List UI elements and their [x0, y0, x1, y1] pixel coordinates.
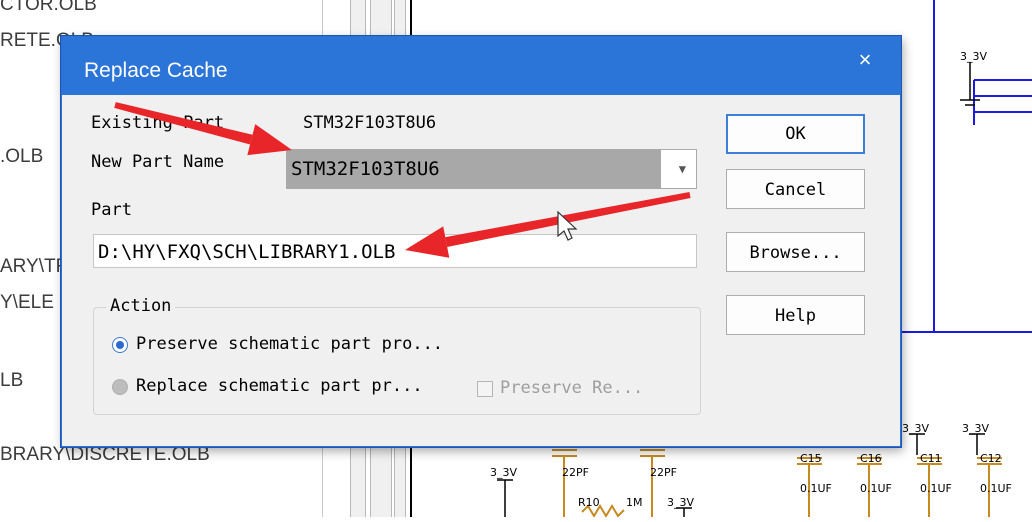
new-part-name-select[interactable]: STM32F103T8U6 ▼	[286, 149, 697, 189]
existing-part-label: Existing Part	[91, 113, 225, 133]
replace-cache-dialog: Replace Cache × Existing Part STM32F103T…	[61, 36, 901, 447]
replace-radio[interactable]	[112, 379, 128, 395]
component-ref: C11	[920, 452, 942, 465]
component-value: 22PF	[562, 466, 589, 479]
existing-part-value: STM32F103T8U6	[303, 113, 437, 133]
dialog-title: Replace Cache	[84, 59, 228, 82]
part-library-path-field[interactable]: D:\HY\FXQ\SCH\LIBRARY1.OLB	[93, 234, 697, 268]
component-ref: R10	[578, 496, 600, 509]
preserve-option-label[interactable]: Preserve schematic part pro...	[136, 334, 443, 354]
close-icon[interactable]: ×	[850, 47, 880, 73]
component-value: 0.1UF	[920, 482, 952, 495]
browse-button[interactable]: Browse...	[726, 232, 865, 272]
help-button[interactable]: Help	[726, 295, 865, 335]
component-ref: C16	[860, 452, 882, 465]
component-value: 22PF	[650, 466, 677, 479]
tree-item[interactable]: .OLB	[0, 146, 43, 168]
preserve-refdes-label: Preserve Re...	[500, 378, 644, 398]
new-part-name-value: STM32F103T8U6	[287, 150, 661, 188]
action-group-label: Action	[106, 296, 176, 316]
net-label: 3_3V	[960, 50, 988, 63]
part-library-label: Part	[91, 200, 132, 220]
tree-item[interactable]: BRARY\DISCRETE.OLB	[0, 444, 210, 466]
component-ref: C12	[980, 452, 1002, 465]
chevron-down-icon[interactable]: ▼	[679, 162, 686, 176]
component-value: 0.1UF	[860, 482, 892, 495]
net-label: 3_3V	[490, 466, 518, 479]
component-value: 1M	[626, 496, 643, 509]
ok-button[interactable]: OK	[726, 114, 865, 154]
dialog-titlebar[interactable]: Replace Cache ×	[62, 37, 900, 95]
tree-item[interactable]: ARY\TR	[0, 256, 69, 278]
tree-item[interactable]: CTOR.OLB	[0, 0, 97, 16]
net-label: 3_3V	[902, 422, 930, 435]
net-label: 3_3V	[962, 422, 990, 435]
cancel-button[interactable]: Cancel	[726, 169, 865, 209]
preserve-radio[interactable]	[112, 337, 128, 353]
component-value: 0.1UF	[800, 482, 832, 495]
net-label: 3_3V	[667, 496, 695, 509]
action-group	[93, 307, 701, 415]
tree-item[interactable]: Y\ELE	[0, 292, 54, 314]
replace-option-label[interactable]: Replace schematic part pr...	[136, 376, 423, 396]
preserve-refdes-checkbox[interactable]	[477, 381, 493, 397]
new-part-name-label: New Part Name	[91, 152, 225, 172]
component-ref: C15	[800, 452, 822, 465]
tree-item[interactable]: LB	[0, 370, 23, 392]
component-value: 0.1UF	[980, 482, 1012, 495]
